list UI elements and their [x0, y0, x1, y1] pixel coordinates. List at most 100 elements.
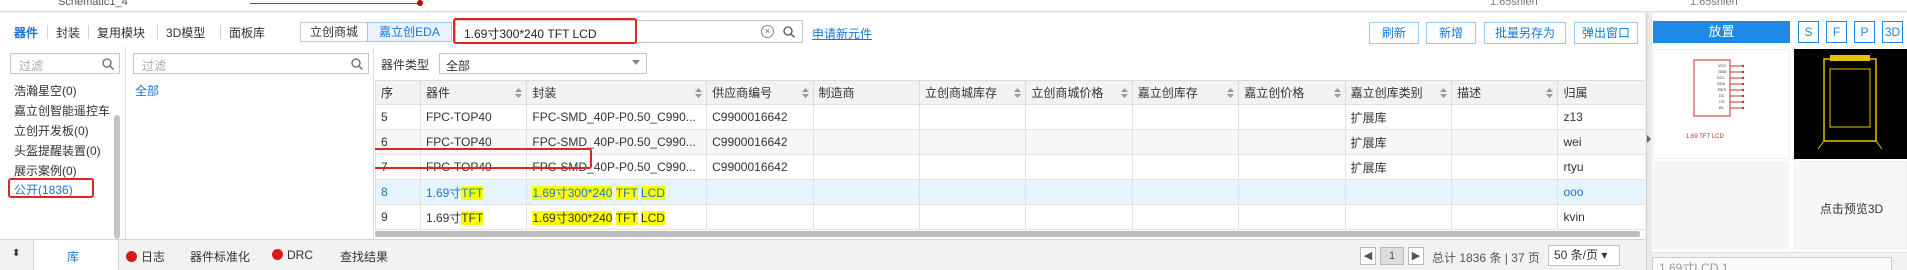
add-button[interactable]: 新增: [1426, 22, 1476, 44]
sort-icon[interactable]: [1333, 88, 1341, 98]
sort-icon[interactable]: [1014, 88, 1022, 98]
sort-icon[interactable]: [801, 88, 809, 98]
column-header[interactable]: 立创商城价格: [1025, 80, 1133, 105]
svg-text:RES: RES: [1718, 87, 1727, 92]
subcategory-all[interactable]: 全部: [135, 82, 159, 99]
column-header[interactable]: 归属: [1557, 80, 1645, 105]
sidebar-scrollbar[interactable]: [114, 115, 120, 239]
row-highlight-box: [375, 148, 592, 169]
column-header[interactable]: 立创商城库存: [918, 80, 1027, 105]
preview-3d-label: 点击预览3D: [1819, 202, 1884, 216]
error-dot-icon: [272, 249, 283, 260]
device-type-label: 器件类型: [381, 58, 430, 72]
column-header[interactable]: 描述: [1451, 80, 1559, 105]
tab-devices[interactable]: 器件: [14, 24, 38, 41]
footprint-preview[interactable]: [1794, 49, 1907, 159]
sort-icon[interactable]: [1440, 88, 1448, 98]
table-row-selected[interactable]: 8 1.69寸TFT 1.69寸300*240 TFT LCD ooo: [375, 179, 1645, 205]
device-type-value: 全部: [446, 59, 471, 73]
clear-icon[interactable]: ×: [761, 25, 774, 38]
sort-icon[interactable]: [1546, 88, 1554, 98]
svg-text:GND: GND: [1718, 69, 1727, 74]
next-page-button[interactable]: ▶: [1408, 247, 1424, 265]
popup-window-button[interactable]: 弹出窗口: [1574, 22, 1638, 44]
search-icon[interactable]: [102, 58, 114, 70]
preview-empty-area: [1653, 161, 1790, 249]
svg-text:SDA: SDA: [1717, 81, 1726, 86]
refresh-button[interactable]: 刷新: [1369, 22, 1419, 44]
svg-text:DC: DC: [1719, 93, 1725, 98]
footprint-drawing: [1817, 55, 1883, 150]
symbol-name-label: 1.69 TFT LCD: [1686, 134, 1724, 140]
source-lcsc-button[interactable]: 立创商城: [300, 22, 368, 42]
column-header[interactable]: 器件: [419, 80, 528, 105]
search-icon[interactable]: [783, 26, 795, 38]
tab-library-label[interactable]: 库: [67, 248, 79, 265]
category-item[interactable]: 嘉立创智能遥控车: [14, 102, 114, 119]
tab-reuse-modules[interactable]: 复用模块: [97, 24, 145, 41]
wire-junction: [417, 0, 423, 6]
sort-icon[interactable]: [515, 88, 523, 98]
tab-device-standardization[interactable]: 器件标准化: [190, 248, 250, 265]
tab-drc[interactable]: DRC: [272, 248, 313, 262]
tab-separator: [157, 25, 158, 39]
svg-text:SCL: SCL: [1717, 75, 1726, 80]
pin-icon[interactable]: ⬍: [12, 248, 20, 259]
mode-footprint-button[interactable]: F: [1826, 21, 1847, 43]
preview-3d-box[interactable]: 点击预览3D: [1794, 161, 1907, 249]
column-header[interactable]: 嘉立创库类别: [1344, 80, 1453, 105]
sort-icon[interactable]: [1227, 88, 1235, 98]
column-header[interactable]: 制造商: [812, 80, 920, 105]
wire-line: [250, 3, 420, 4]
horizontal-scrollbar[interactable]: [375, 231, 1640, 237]
mode-3d-button[interactable]: 3D: [1882, 21, 1903, 43]
selected-device-field[interactable]: 1.69寸LCD.1: [1652, 257, 1892, 270]
prev-page-button[interactable]: ◀: [1360, 247, 1376, 265]
sort-icon[interactable]: [1120, 88, 1128, 98]
subcategory-filter-input[interactable]: 过滤: [133, 53, 369, 74]
filter-placeholder: 过滤: [19, 59, 44, 73]
device-type-select[interactable]: 全部: [439, 53, 647, 74]
column-header[interactable]: 嘉立创价格: [1238, 80, 1346, 105]
category-filter-input[interactable]: 过滤: [10, 53, 120, 74]
category-item[interactable]: 头盔提醒装置(0): [14, 142, 114, 159]
search-highlight-box: [453, 18, 637, 44]
category-item[interactable]: 浩瀚星空(0): [14, 82, 114, 99]
batch-save-as-button[interactable]: 批量另存为: [1484, 22, 1566, 44]
mode-pcb-button[interactable]: P: [1854, 21, 1875, 43]
apply-new-component-link[interactable]: 申请新元件: [812, 25, 872, 42]
column-header[interactable]: 封装: [526, 80, 708, 105]
table-row[interactable]: 5 FPC-TOP40 FPC-SMD_40P-P0.50_C990... C9900…: [375, 104, 1645, 130]
search-icon[interactable]: [351, 58, 363, 70]
tab-footprints[interactable]: 封装: [56, 24, 80, 41]
tab-separator: [220, 25, 221, 39]
error-dot-icon: [126, 251, 137, 262]
svg-text:BL: BL: [1719, 105, 1725, 110]
sort-icon[interactable]: [695, 88, 703, 98]
tab-panel-library[interactable]: 面板库: [229, 24, 265, 41]
page-size-select[interactable]: 50 条/页 ▾: [1548, 245, 1620, 266]
table-row[interactable]: 9 1.69寸TFT 1.69寸300*240 TFT LCD kvin: [375, 204, 1645, 230]
column-header[interactable]: 供应商编号: [706, 80, 814, 105]
column-header[interactable]: 嘉立创库存: [1131, 80, 1240, 105]
source-jlceda-button[interactable]: 嘉立创EDA: [367, 22, 452, 42]
place-button[interactable]: 放置: [1653, 21, 1790, 43]
library-toolbar: 器件 封装 复用模块 3D模型 面板库 立创商城 嘉立创EDA 1.69寸300…: [0, 13, 1645, 47]
category-item[interactable]: 立创开发板(0): [14, 122, 114, 139]
collapse-arrow-icon[interactable]: [1647, 135, 1651, 143]
category-sidebar: 过滤 浩瀚星空(0) 嘉立创智能遥控车 立创开发板(0) 头盔提醒装置(0) 展…: [0, 47, 126, 239]
category-item[interactable]: 展示案例(0): [14, 162, 114, 179]
column-header[interactable]: 序: [375, 80, 421, 105]
tab-separator: [47, 25, 48, 39]
page-number-input[interactable]: 1: [1380, 247, 1404, 265]
mode-symbol-button[interactable]: S: [1798, 21, 1819, 43]
results-table-area: 器件类型 全部 序 器件 封装 供应商编号 制造商 立创商城库存 立创商城价格 …: [375, 47, 1645, 239]
schematic-tab-label: Schematic1_4: [58, 0, 128, 8]
tab-3d-models[interactable]: 3D模型: [166, 24, 205, 41]
tab-log[interactable]: 日志: [126, 248, 165, 265]
tab-find-results[interactable]: 查找结果: [340, 248, 388, 265]
svg-text:VCC: VCC: [1718, 63, 1727, 68]
canvas-text: 1.65shien: [1490, 0, 1538, 8]
bottom-bar: ⬍ 库 日志 器件标准化 DRC 查找结果 ◀ 1 ▶ 总计 1836 条 | …: [0, 239, 1645, 270]
symbol-preview[interactable]: VCC GND SCL SDA RES DC CS BL 1.69 TFT LCD: [1653, 49, 1790, 159]
